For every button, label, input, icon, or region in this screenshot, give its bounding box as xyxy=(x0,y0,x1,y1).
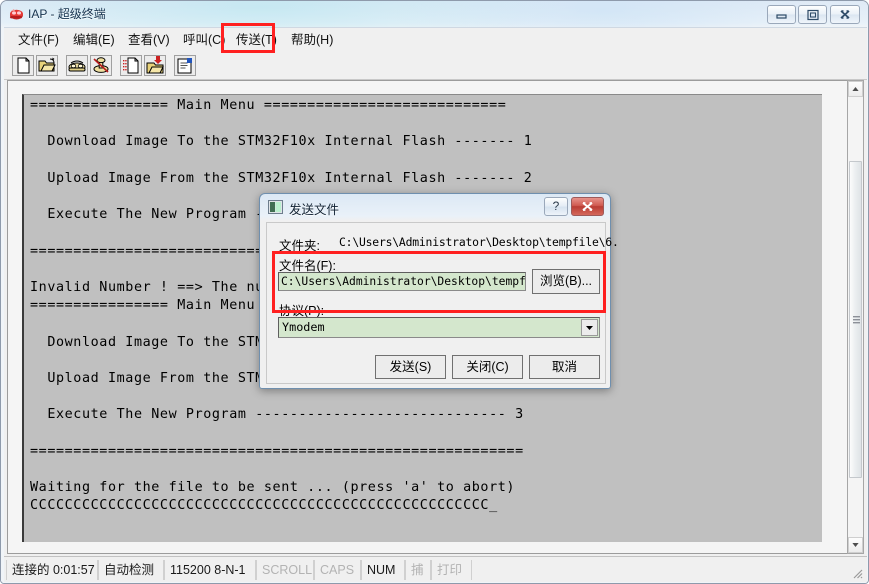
close-dialog-button[interactable]: 关闭(C) xyxy=(452,355,523,379)
scroll-down-icon[interactable] xyxy=(848,537,863,553)
menu-edit[interactable]: 编辑(E) xyxy=(67,31,121,49)
menu-file[interactable]: 文件(F) xyxy=(12,31,65,49)
status-num: NUM xyxy=(361,560,405,580)
phone-modem-icon xyxy=(8,6,24,22)
dialog-body: 文件夹: C:\Users\Administrator\Desktop\temp… xyxy=(266,222,619,384)
resize-grip[interactable] xyxy=(850,566,863,579)
dialog-close-button[interactable] xyxy=(571,197,604,216)
folder-label: 文件夹: xyxy=(279,239,320,253)
send-button[interactable]: 发送(S) xyxy=(375,355,446,379)
capture-text-icon[interactable] xyxy=(120,55,142,76)
status-print: 打印 xyxy=(431,560,472,580)
status-autodetect: 自动检测 xyxy=(98,560,164,580)
window-title: IAP - 超级终端 xyxy=(28,7,106,21)
maximize-button[interactable] xyxy=(798,5,827,24)
disconnect-phone-icon[interactable] xyxy=(90,55,112,76)
chevron-down-icon[interactable] xyxy=(581,319,598,336)
new-connection-icon[interactable] xyxy=(12,55,34,76)
title-bar: IAP - 超级终端 xyxy=(1,1,868,27)
vertical-scrollbar[interactable] xyxy=(847,80,864,554)
menu-transfer[interactable]: 传送(T) xyxy=(230,31,283,49)
scrollbar-thumb[interactable] xyxy=(849,161,862,478)
status-connected: 连接的 0:01:57 xyxy=(6,560,98,580)
scroll-up-icon[interactable] xyxy=(848,81,863,97)
application-window: IAP - 超级终端 文件(F) 编辑(E) 查看(V) 呼叫(C) 传送(T)… xyxy=(0,0,869,584)
folder-path-value: C:\Users\Administrator\Desktop\tempfile\… xyxy=(339,235,619,249)
send-file-dialog: 发送文件 ? 文件夹: C:\Users\Administrator\Deskt… xyxy=(259,193,619,389)
receive-file-icon[interactable] xyxy=(144,55,166,76)
menu-call[interactable]: 呼叫(C) xyxy=(177,31,231,49)
protocol-select[interactable]: Ymodem xyxy=(278,317,600,338)
status-capture: 捕 xyxy=(405,560,431,580)
dialog-help-button[interactable]: ? xyxy=(544,197,568,216)
filename-input[interactable]: C:\Users\Administrator\Desktop\tempfile\ xyxy=(278,272,526,291)
menu-help[interactable]: 帮助(H) xyxy=(285,31,339,49)
call-phone-icon[interactable] xyxy=(66,55,88,76)
status-scroll: SCROLL xyxy=(256,560,314,580)
dialog-title-bar: 发送文件 ? xyxy=(260,194,610,221)
protocol-selected-value: Ymodem xyxy=(282,320,325,334)
properties-icon[interactable] xyxy=(174,55,196,76)
menu-view[interactable]: 查看(V) xyxy=(122,31,176,49)
status-baudrate: 115200 8-N-1 xyxy=(164,560,256,580)
tool-bar xyxy=(4,52,867,80)
menu-bar: 文件(F) 编辑(E) 查看(V) 呼叫(C) 传送(T) 帮助(H) xyxy=(4,28,867,53)
minimize-button[interactable] xyxy=(767,5,796,24)
open-folder-icon[interactable] xyxy=(36,55,58,76)
status-caps: CAPS xyxy=(314,560,361,580)
dialog-title: 发送文件 xyxy=(289,203,340,217)
browse-button[interactable]: 浏览(B)... xyxy=(532,269,600,294)
close-button[interactable] xyxy=(830,5,860,24)
cancel-button[interactable]: 取消 xyxy=(529,355,600,379)
status-bar: 连接的 0:01:57 自动检测 115200 8-N-1 SCROLL CAP… xyxy=(4,556,867,582)
send-file-icon xyxy=(268,200,283,214)
